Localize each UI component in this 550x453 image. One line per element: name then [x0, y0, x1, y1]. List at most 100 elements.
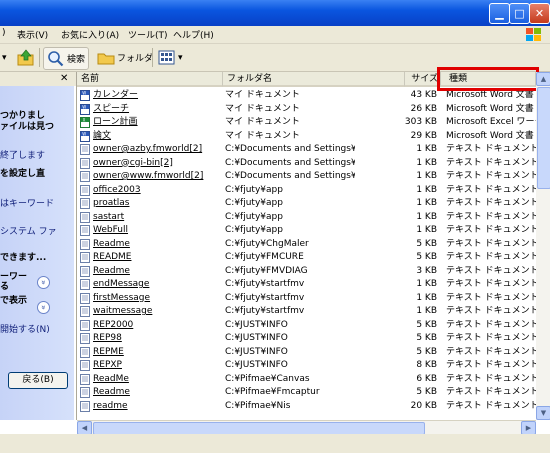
- file-row[interactable]: firstMessage C:¥fjuty¥startfmv 1 KB テキスト ドキ…: [77, 292, 536, 305]
- text-file-icon: [80, 292, 90, 304]
- file-row[interactable]: owner@azby.fmworld[2] C:¥Documents and Se…: [77, 143, 536, 156]
- file-name[interactable]: REP98: [93, 332, 221, 345]
- file-row[interactable]: endMessage C:¥fjuty¥startfmv 1 KB テキスト ドキュメ…: [77, 278, 536, 291]
- search-companion-pane: ✕ 戻る(B) つかりまし ァイルは見つ 終了します を設定し直 はキーワード システム …: [0, 72, 77, 420]
- file-name[interactable]: README: [93, 251, 221, 264]
- file-row[interactable]: W スピーチ マイ ドキュメント 26 KB Microsoft Word 文書: [77, 103, 536, 116]
- back-button[interactable]: 戻る(B): [8, 372, 68, 389]
- file-row[interactable]: ReadMe C:¥Pifmae¥Canvas 6 KB テキスト ドキュメント: [77, 373, 536, 386]
- file-row[interactable]: office2003 C:¥fjuty¥app 1 KB テキスト ドキュメント: [77, 184, 536, 197]
- back-dropdown-icon[interactable]: ▾: [2, 47, 7, 68]
- file-name[interactable]: スピーチ: [93, 103, 221, 116]
- file-name[interactable]: sastart: [93, 211, 221, 224]
- file-row[interactable]: WebFull C:¥fjuty¥app 1 KB テキスト ドキュメント: [77, 224, 536, 237]
- pane-text-9: で表示: [0, 296, 28, 306]
- chevron-down-icon-2[interactable]: »: [37, 301, 50, 314]
- file-name[interactable]: waitmessage: [93, 305, 221, 318]
- up-folder-button[interactable]: [16, 47, 36, 68]
- file-folder: マイ ドキュメント: [225, 103, 300, 114]
- title-bar: ▁ □ ✕: [0, 0, 550, 26]
- file-row[interactable]: REPME C:¥JUST¥INFO 5 KB テキスト ドキュメント: [77, 346, 536, 359]
- scroll-up-arrow-icon[interactable]: ▲: [536, 72, 550, 86]
- chevron-down-icon-1[interactable]: »: [37, 276, 50, 289]
- scroll-left-arrow-icon[interactable]: ◀: [77, 421, 92, 435]
- file-name[interactable]: REPME: [93, 346, 221, 359]
- pane-text-2[interactable]: 終了します: [0, 148, 45, 161]
- file-name[interactable]: REPXP: [93, 359, 221, 372]
- pane-text-10[interactable]: 開始する(N): [0, 322, 50, 335]
- file-type: テキスト ドキュメント: [446, 279, 536, 289]
- minimize-button[interactable]: ▁: [489, 3, 510, 24]
- file-type: テキスト ドキュメント: [446, 387, 536, 397]
- file-name[interactable]: WebFull: [93, 224, 221, 237]
- text-file-icon: [80, 171, 90, 182]
- folders-button[interactable]: フォルダ: [97, 47, 153, 68]
- file-row[interactable]: README C:¥fjuty¥FMCURE 5 KB テキスト ドキュメント: [77, 251, 536, 264]
- pane-text-4[interactable]: はキーワード: [0, 196, 54, 209]
- file-row[interactable]: sastart C:¥fjuty¥app 1 KB テキスト ドキュメント: [77, 211, 536, 224]
- menu-help[interactable]: ヘルプ(H): [173, 28, 214, 41]
- pane-text-5[interactable]: システム ファ: [0, 224, 57, 237]
- menu-bar: ) 表示(V) お気に入り(A) ツール(T) ヘルプ(H): [0, 26, 550, 44]
- file-row[interactable]: proatlas C:¥fjuty¥app 1 KB テキスト ドキュメント: [77, 197, 536, 210]
- column-header-folder[interactable]: フォルダ名: [223, 72, 405, 87]
- file-type: テキスト ドキュメント: [446, 225, 536, 235]
- pane-text-3: を設定し直: [0, 169, 46, 179]
- file-row[interactable]: waitmessage C:¥fjuty¥startfmv 1 KB テキスト ドキュ…: [77, 305, 536, 318]
- file-type: Microsoft Word 文書: [446, 130, 534, 141]
- file-name[interactable]: Readme: [93, 265, 221, 278]
- close-button[interactable]: ✕: [529, 3, 550, 24]
- pane-body: 戻る(B) つかりまし ァイルは見つ 終了します を設定し直 はキーワード システム ファ…: [0, 86, 74, 420]
- file-type: テキスト ドキュメント: [446, 252, 536, 262]
- pane-text-8: る: [0, 282, 10, 292]
- horizontal-scrollbar[interactable]: ◀ ▶: [77, 420, 536, 435]
- vertical-scroll-thumb[interactable]: [537, 87, 550, 189]
- file-name[interactable]: Readme: [93, 386, 221, 399]
- scroll-right-arrow-icon[interactable]: ▶: [521, 421, 536, 435]
- file-row[interactable]: X ローン計画 マイ ドキュメント 303 KB Microsoft Excel ワーク: [77, 116, 536, 129]
- file-name[interactable]: 論文: [93, 130, 221, 143]
- file-name[interactable]: proatlas: [93, 197, 221, 210]
- file-folder: C:¥fjuty¥app: [225, 184, 283, 195]
- file-name[interactable]: endMessage: [93, 278, 221, 291]
- file-name[interactable]: ローン計画: [93, 116, 221, 129]
- file-name[interactable]: owner@www.fmworld[2]: [93, 170, 221, 183]
- file-row[interactable]: W 論文 マイ ドキュメント 29 KB Microsoft Word 文書: [77, 130, 536, 143]
- menu-favorites[interactable]: お気に入り(A): [61, 28, 119, 41]
- file-name[interactable]: office2003: [93, 184, 221, 197]
- vertical-scrollbar[interactable]: ▲ ▼: [536, 72, 550, 420]
- file-type: テキスト ドキュメント: [446, 400, 536, 411]
- file-row[interactable]: Readme C:¥Pifmae¥Fmcaptur 5 KB テキスト ドキュメント: [77, 386, 536, 399]
- file-type: テキスト ドキュメント: [446, 238, 536, 249]
- file-name[interactable]: ReadMe: [93, 373, 221, 386]
- file-folder: C:¥fjuty¥app: [225, 211, 283, 222]
- svg-text:W: W: [82, 91, 86, 96]
- scroll-down-arrow-icon[interactable]: ▼: [536, 406, 550, 420]
- menu-tools[interactable]: ツール(T): [128, 28, 168, 41]
- file-name[interactable]: Readme: [93, 238, 221, 251]
- file-name[interactable]: REP2000: [93, 319, 221, 332]
- close-pane-icon[interactable]: ✕: [60, 73, 68, 84]
- file-row[interactable]: Readme C:¥fjuty¥FMVDIAG 3 KB テキスト ドキュメント: [77, 265, 536, 278]
- svg-text:W: W: [82, 131, 86, 136]
- file-name[interactable]: owner@azby.fmworld[2]: [93, 143, 221, 156]
- file-name[interactable]: カレンダー: [93, 89, 221, 102]
- file-name[interactable]: firstMessage: [93, 292, 221, 305]
- file-row[interactable]: owner@cgi-bin[2] C:¥Documents and Setting…: [77, 157, 536, 170]
- column-header-size[interactable]: サイズ: [405, 72, 441, 87]
- text-file-icon: [80, 157, 90, 169]
- file-row[interactable]: REPXP C:¥JUST¥INFO 8 KB テキスト ドキュメント: [77, 359, 536, 372]
- views-dropdown-icon[interactable]: ▾: [178, 53, 183, 63]
- views-button[interactable]: ▾: [158, 47, 183, 68]
- file-row[interactable]: REP2000 C:¥JUST¥INFO 5 KB テキスト ドキュメント: [77, 319, 536, 332]
- file-row[interactable]: owner@www.fmworld[2] C:¥Documents and Set…: [77, 170, 536, 183]
- file-row[interactable]: Readme C:¥fjuty¥ChgMaler 5 KB テキスト ドキュメント: [77, 238, 536, 251]
- file-name[interactable]: owner@cgi-bin[2]: [93, 157, 221, 170]
- maximize-button[interactable]: □: [509, 3, 530, 24]
- file-row[interactable]: readme C:¥Pifmae¥Nis 20 KB テキスト ドキュメント: [77, 400, 536, 413]
- file-row[interactable]: REP98 C:¥JUST¥INFO 5 KB テキスト ドキュメント: [77, 332, 536, 345]
- file-name[interactable]: readme: [93, 400, 221, 413]
- menu-view[interactable]: 表示(V): [17, 28, 48, 41]
- column-header-name[interactable]: 名前: [77, 72, 223, 87]
- search-button[interactable]: 検索: [43, 47, 90, 70]
